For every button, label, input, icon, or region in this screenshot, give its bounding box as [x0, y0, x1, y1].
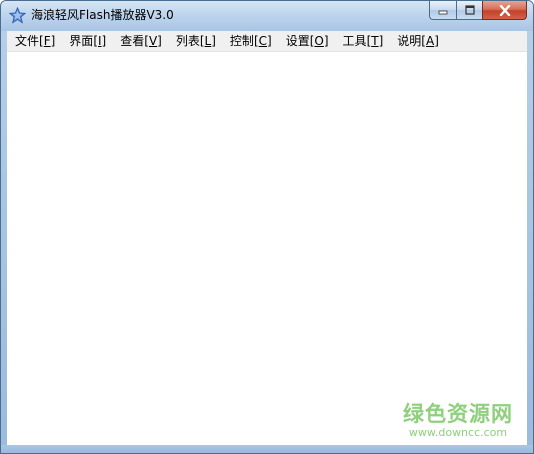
menu-control[interactable]: 控制[C] [222, 31, 278, 51]
star-icon[interactable] [9, 7, 26, 24]
menu-help[interactable]: 说明[A] [389, 31, 445, 51]
watermark: 绿色资源网 www.downcc.com [403, 402, 513, 439]
player-area[interactable]: 绿色资源网 www.downcc.com [7, 51, 527, 447]
menu-bar: 文件[F] 界面[I] 查看[V] 列表[L] 控制[C] 设置[O] 工具[T… [7, 31, 527, 51]
watermark-url: www.downcc.com [408, 426, 508, 439]
menu-file[interactable]: 文件[F] [7, 31, 61, 51]
close-icon [499, 4, 510, 16]
maximize-icon [464, 5, 475, 15]
minimize-icon [438, 10, 448, 15]
menu-view[interactable]: 查看[V] [112, 31, 168, 51]
close-button[interactable] [482, 1, 527, 20]
window-frame-bottom [1, 445, 533, 453]
menu-list[interactable]: 列表[L] [168, 31, 222, 51]
minimize-button[interactable] [429, 1, 456, 20]
app-window: 海浪轻风Flash播放器V3.0 文件[F] 界面[I] 查看[V] 列表[L]… [0, 0, 534, 454]
maximize-button[interactable] [456, 1, 482, 20]
caption-buttons [429, 1, 527, 21]
menu-tools[interactable]: 工具[T] [335, 31, 390, 51]
title-bar[interactable]: 海浪轻风Flash播放器V3.0 [1, 1, 533, 31]
watermark-title: 绿色资源网 [403, 402, 513, 426]
window-title: 海浪轻风Flash播放器V3.0 [31, 8, 174, 22]
menu-interface[interactable]: 界面[I] [61, 31, 112, 51]
menu-settings[interactable]: 设置[O] [278, 31, 335, 51]
